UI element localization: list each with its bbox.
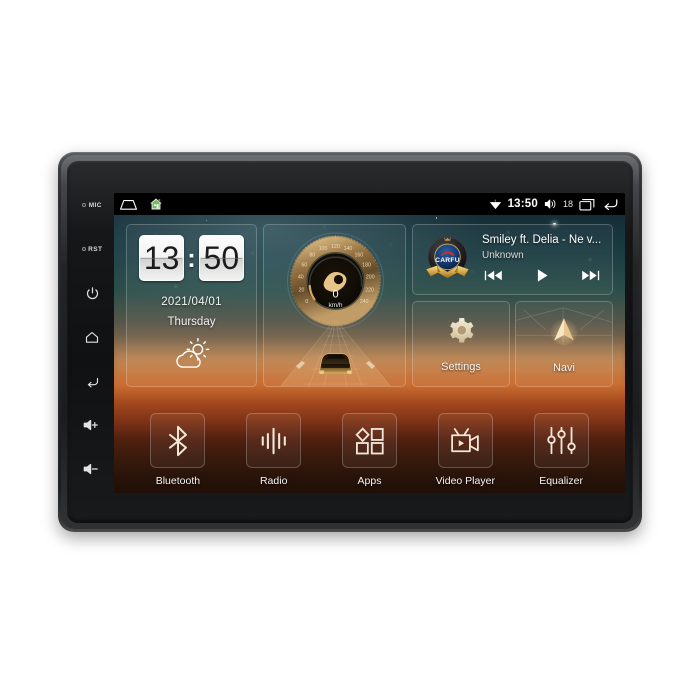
settings-tile[interactable]: Settings: [412, 301, 510, 387]
previous-track-button[interactable]: [484, 269, 503, 287]
clock-date: 2021/04/01: [161, 296, 222, 308]
dock-item-equalizer[interactable]: Equalizer: [525, 413, 597, 487]
clock-weekday: Thursday: [167, 316, 216, 328]
dock-label-radio: Radio: [259, 475, 288, 487]
clock-hours: 13: [139, 235, 185, 281]
next-track-button[interactable]: [581, 269, 600, 287]
music-metadata: Smiley ft. Delia - Ne v... Unknown: [482, 232, 604, 288]
home-green-icon[interactable]: [149, 197, 163, 211]
svg-text:80: 80: [309, 253, 315, 259]
svg-text:140: 140: [344, 246, 353, 252]
reset-label: RST: [88, 245, 103, 253]
track-title: Smiley ft. Delia - Ne v...: [482, 233, 602, 246]
reset-button[interactable]: RST: [71, 227, 113, 271]
mic-indicator: MIC: [71, 183, 113, 227]
svg-text:20: 20: [299, 287, 305, 293]
head-unit-device: MIC RST 13:50 18 13: 50 2021/04/01 Thur…: [58, 152, 642, 532]
svg-text:120: 120: [331, 244, 340, 250]
svg-text:40: 40: [298, 275, 304, 281]
settings-label: Settings: [441, 361, 481, 373]
partly-cloudy-sun-icon: [170, 337, 214, 375]
svg-text:km/h: km/h: [328, 302, 342, 309]
navigation-arrow-icon: [547, 314, 581, 353]
clock-minutes: 50: [198, 235, 244, 281]
status-time: 13:50: [507, 198, 538, 210]
dock-label-video-player: Video Player: [435, 475, 495, 487]
svg-text:160: 160: [354, 253, 363, 259]
car-graphic: [318, 353, 353, 374]
dock-item-video-player[interactable]: Video Player: [429, 413, 501, 487]
volume-icon: [544, 198, 557, 210]
svg-text:100: 100: [319, 246, 328, 252]
svg-text:0: 0: [305, 299, 308, 305]
dock-item-bluetooth[interactable]: Bluetooth: [142, 413, 214, 487]
carfu-logo-badge: CARFU: [421, 233, 474, 286]
speedometer-widget[interactable]: 0 km/h 0 20 40 60 80 100 120 140 160 180 200 220 240: [263, 224, 406, 387]
status-bar: 13:50 18: [114, 193, 625, 215]
track-artist: Unknown: [482, 249, 524, 261]
play-button[interactable]: [535, 268, 550, 288]
clock-separator: :: [187, 242, 196, 273]
dock-label-bluetooth: Bluetooth: [155, 475, 201, 487]
mic-dot-icon: [82, 203, 87, 207]
equalizer-sliders-icon[interactable]: [533, 413, 589, 468]
music-transport-controls: [482, 268, 604, 288]
app-dock: Bluetooth Radio Apps Video Player Equali…: [114, 413, 625, 487]
back-button[interactable]: [71, 359, 113, 403]
dock-item-apps[interactable]: Apps: [333, 413, 405, 487]
device-bezel: MIC RST 13:50 18 13: 50 2021/04/01 Thur…: [67, 161, 633, 523]
apps-grid-icon[interactable]: [341, 413, 397, 468]
touchscreen-display[interactable]: 13:50 18 13: 50 2021/04/01 Thursday 0 k…: [114, 193, 625, 493]
music-player-widget[interactable]: CARFU Smiley ft. Delia - Ne v... Unknown: [412, 224, 613, 295]
clock-weather-widget[interactable]: 13 : 50 2021/04/01 Thursday: [126, 224, 257, 387]
svg-text:220: 220: [365, 287, 374, 293]
flip-clock: 13 : 50: [139, 235, 244, 281]
speedometer-gauge: 0 km/h 0 20 40 60 80 100 120 140 160 180 200 220 240: [264, 225, 405, 386]
home-button[interactable]: [71, 315, 113, 359]
svg-text:180: 180: [362, 263, 371, 269]
dock-item-radio[interactable]: Radio: [238, 413, 310, 487]
recent-apps-icon[interactable]: [579, 198, 595, 211]
navi-label: Navi: [552, 362, 575, 374]
svg-text:60: 60: [302, 263, 308, 269]
bluetooth-icon[interactable]: [150, 413, 206, 468]
svg-text:200: 200: [366, 275, 375, 281]
power-button[interactable]: [71, 271, 113, 315]
reset-pinhole-icon: [81, 247, 86, 251]
video-camera-icon[interactable]: [437, 413, 493, 468]
svg-text:0: 0: [332, 289, 338, 301]
radio-waves-icon[interactable]: [246, 413, 302, 468]
wifi-icon: [489, 199, 502, 210]
status-back-icon[interactable]: [601, 197, 619, 211]
mic-label: MIC: [88, 201, 102, 209]
minimize-icon[interactable]: [119, 198, 138, 211]
dock-label-apps: Apps: [357, 475, 382, 487]
svg-text:CARFU: CARFU: [435, 257, 460, 264]
volume-down-button[interactable]: [71, 447, 113, 491]
dock-label-equalizer: Equalizer: [539, 475, 583, 487]
volume-level: 18: [562, 199, 573, 209]
navi-tile[interactable]: Navi: [515, 301, 613, 387]
gear-icon: [445, 315, 477, 352]
side-button-rail: MIC RST: [71, 183, 113, 501]
svg-text:240: 240: [360, 299, 369, 305]
volume-up-button[interactable]: [71, 403, 113, 447]
